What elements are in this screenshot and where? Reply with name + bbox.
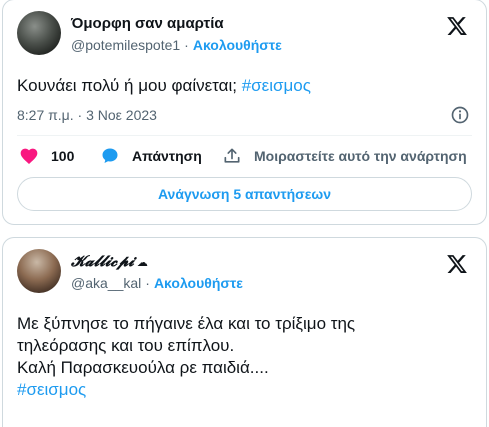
tweet-text-line: Καλή Παρασκευούλα ρε παιδιά.... [17, 358, 269, 377]
follow-button[interactable]: Ακολουθήστε [154, 275, 243, 291]
reply-button[interactable]: Απάντηση [100, 146, 202, 166]
like-button[interactable]: 100 [19, 146, 74, 166]
hashtag-link[interactable]: #σεισμος [17, 379, 472, 401]
tweet-header: 𝓚𝓪𝓵𝓵𝓲𝓬𝓹𝓲 ☁ @aka__kal · Ακολουθήστε [17, 249, 472, 297]
x-logo-icon[interactable] [446, 15, 468, 37]
tweet-meta: 8:27 π.μ. · 3 Νοε 2023 [17, 105, 472, 125]
avatar[interactable] [17, 11, 61, 55]
share-upload-icon [224, 148, 240, 163]
timestamp[interactable]: 8:27 π.μ. · 3 Νοε 2023 [17, 107, 157, 123]
tweet-text-line: τηλεόρασης και του επίπλου. [17, 336, 235, 355]
avatar[interactable] [17, 249, 61, 293]
tweet-text: Με ξύπνησε το πήγαινε έλα και το τρίξιμο… [17, 313, 472, 401]
x-logo-icon[interactable] [446, 253, 468, 275]
reply-label: Απάντηση [132, 148, 202, 164]
follow-button[interactable]: Ακολουθήστε [193, 37, 282, 53]
action-bar: 100 Απάντηση Μοιραστείτε αυτό την ανάρτη… [17, 146, 472, 168]
separator-dot: · [184, 37, 189, 53]
divider [17, 135, 472, 136]
handle[interactable]: @potemilespote1 [71, 37, 180, 53]
display-name[interactable]: 𝓚𝓪𝓵𝓵𝓲𝓬𝓹𝓲 [71, 254, 134, 270]
share-label: Μοιραστείτε αυτό την ανάρτηση [254, 148, 467, 164]
handle-row: @potemilespote1 · Ακολουθήστε [71, 37, 282, 53]
separator-dot: · [145, 275, 150, 291]
tweet-card[interactable]: 𝓚𝓪𝓵𝓵𝓲𝓬𝓹𝓲 ☁ @aka__kal · Ακολουθήστε Με ξύπνη… [2, 237, 487, 427]
handle[interactable]: @aka__kal [71, 275, 141, 291]
tweet-header: Όμορφη σαν αμαρτία @potemilespote1 · Ακολο… [17, 11, 472, 59]
reply-bubble-icon [102, 148, 118, 163]
tweet-card[interactable]: Όμορφη σαν αμαρτία @potemilespote1 · Ακολο… [2, 0, 487, 225]
display-name-row: 𝓚𝓪𝓵𝓵𝓲𝓬𝓹𝓲 ☁ [71, 253, 148, 271]
tweet-text-line: Με ξύπνησε το πήγαινε έλα και το τρίξιμο… [17, 314, 356, 333]
share-button[interactable]: Μοιραστείτε αυτό την ανάρτηση [222, 146, 467, 166]
read-replies-button[interactable]: Ανάγνωση 5 απαντήσεων [17, 177, 472, 211]
heart-icon [20, 148, 38, 164]
tweet-text-body: Κουνάει πολύ ή μου φαίνεται; [17, 76, 242, 95]
display-name[interactable]: Όμορφη σαν αμαρτία [71, 15, 224, 32]
tweet-text: Κουνάει πολύ ή μου φαίνεται; #σεισμος [17, 75, 472, 97]
hashtag-link[interactable]: #σεισμος [242, 76, 311, 95]
handle-row: @aka__kal · Ακολουθήστε [71, 275, 243, 291]
cloud-icon: ☁ [136, 257, 148, 269]
like-count: 100 [51, 148, 75, 164]
info-icon[interactable] [450, 105, 470, 125]
